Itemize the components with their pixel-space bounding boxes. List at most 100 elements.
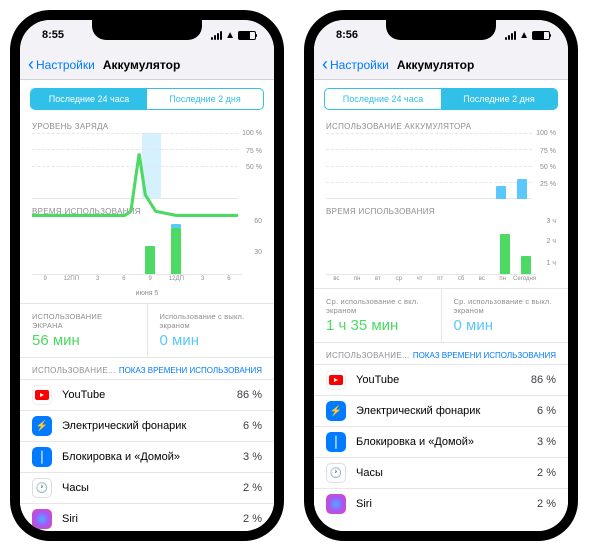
- show-activity-button[interactable]: ПОКАЗ ВРЕМЕНИ ИСПОЛЬЗОВАНИЯ: [413, 351, 556, 360]
- back-button[interactable]: Настройки: [330, 58, 389, 72]
- app-percent: 3 %: [537, 436, 556, 448]
- flashlight-icon: ⚡: [32, 416, 52, 436]
- time-range-tabs: Последние 24 часа Последние 2 дня: [30, 88, 264, 110]
- status-time: 8:56: [336, 29, 358, 41]
- x-tick: 12ПП: [58, 275, 84, 286]
- x-tick: Сегодня: [513, 275, 536, 286]
- y-label: 75 %: [534, 148, 556, 155]
- y-label: 60: [244, 218, 262, 225]
- app-percent: 3 %: [243, 451, 262, 463]
- siri-icon: [326, 494, 346, 514]
- phone-left: 8:55 ▲ ‹ Настройки Аккумулятор Последние…: [10, 10, 284, 541]
- y-label: 50 %: [534, 164, 556, 171]
- y-label: 75 %: [240, 148, 262, 155]
- x-tick: сб: [451, 275, 472, 286]
- x-tick: вс: [326, 275, 347, 286]
- y-label: 2 ч: [538, 238, 556, 245]
- time-range-tabs: Последние 24 часа Последние 2 дня: [324, 88, 558, 110]
- app-name: Часы: [62, 482, 243, 494]
- app-name: Siri: [356, 498, 537, 510]
- app-row[interactable]: ⚡ Электрический фонарик 6 %: [20, 410, 274, 441]
- battery-level-chart[interactable]: 100 % 75 % 50 %: [32, 133, 262, 199]
- app-percent: 86 %: [237, 389, 262, 401]
- app-percent: 86 %: [531, 374, 556, 386]
- usage-time-chart[interactable]: 3 ч 2 ч 1 ч вс пн вт ср чт пт сб: [326, 218, 556, 286]
- app-row[interactable]: 🕐 Часы 2 %: [314, 457, 568, 488]
- clock-icon: 🕐: [326, 463, 346, 483]
- battery-usage-chart[interactable]: 100 % 75 % 50 % 25 %: [326, 133, 556, 199]
- app-name: Электрический фонарик: [62, 420, 243, 432]
- app-name: Часы: [356, 467, 537, 479]
- app-list-header: ИСПОЛЬЗОВАНИЕ... ПОКАЗ ВРЕМЕНИ ИСПОЛЬЗОВ…: [20, 358, 274, 379]
- notch: [386, 18, 496, 40]
- avg-screen-on-value: 1 ч 35 мин: [326, 317, 429, 334]
- app-row[interactable]: ⎮ Блокировка и «Домой» 3 %: [20, 441, 274, 472]
- app-percent: 6 %: [243, 420, 262, 432]
- usage-time-chart[interactable]: 60 30 9 12ПП 3 6 9 12ДП 3 6: [32, 218, 262, 286]
- x-tick: 6: [216, 275, 242, 286]
- wifi-icon: ▲: [225, 30, 235, 41]
- y-label: 3 ч: [538, 218, 556, 225]
- siri-icon: [32, 509, 52, 529]
- avg-screen-off-value: 0 мин: [454, 317, 557, 334]
- usage-header-label: ИСПОЛЬЗОВАНИЕ...: [32, 366, 116, 375]
- app-name: YouTube: [356, 374, 531, 386]
- app-row[interactable]: 🕐 Часы 2 %: [20, 472, 274, 503]
- battery-icon: [532, 31, 550, 40]
- x-tick: чт: [409, 275, 430, 286]
- youtube-icon: [326, 370, 346, 390]
- avg-screen-off-caption: Ср. использование с выкл. экраном: [454, 297, 557, 315]
- y-label: 100 %: [240, 130, 262, 137]
- usage-summary: Ср. использование с вкл. экраном 1 ч 35 …: [314, 288, 568, 343]
- signal-icon: [505, 31, 516, 40]
- tab-2d[interactable]: Последние 2 дня: [441, 89, 557, 109]
- x-tick: 3: [85, 275, 111, 286]
- page-title: Аккумулятор: [103, 58, 180, 72]
- nav-bar: ‹ Настройки Аккумулятор: [314, 50, 568, 80]
- app-name: Блокировка и «Домой»: [356, 436, 537, 448]
- app-row[interactable]: YouTube 86 %: [20, 379, 274, 410]
- clock-icon: 🕐: [32, 478, 52, 498]
- tab-24h[interactable]: Последние 24 часа: [325, 89, 441, 109]
- x-tick: 6: [111, 275, 137, 286]
- y-label: 50 %: [240, 164, 262, 171]
- app-list-header: ИСПОЛЬЗОВАНИЕ... ПОКАЗ ВРЕМЕНИ ИСПОЛЬЗОВ…: [314, 343, 568, 364]
- notch: [92, 18, 202, 40]
- usage-header-label: ИСПОЛЬЗОВАНИЕ...: [326, 351, 410, 360]
- x-tick: 9: [32, 275, 58, 286]
- nav-bar: ‹ Настройки Аккумулятор: [20, 50, 274, 80]
- lock-icon: ⎮: [32, 447, 52, 467]
- app-row[interactable]: Siri 2 %: [20, 503, 274, 531]
- x-tick: 12ДП: [163, 275, 189, 286]
- app-row[interactable]: ⚡ Электрический фонарик 6 %: [314, 395, 568, 426]
- app-percent: 2 %: [537, 467, 556, 479]
- tab-2d[interactable]: Последние 2 дня: [147, 89, 263, 109]
- back-button[interactable]: Настройки: [36, 58, 95, 72]
- app-row[interactable]: YouTube 86 %: [314, 364, 568, 395]
- y-label: 25 %: [534, 181, 556, 188]
- page-title: Аккумулятор: [397, 58, 474, 72]
- app-percent: 6 %: [537, 405, 556, 417]
- x-tick: 9: [137, 275, 163, 286]
- back-chevron-icon[interactable]: ‹: [28, 54, 34, 75]
- app-name: Блокировка и «Домой»: [62, 451, 243, 463]
- show-activity-button[interactable]: ПОКАЗ ВРЕМЕНИ ИСПОЛЬЗОВАНИЯ: [119, 366, 262, 375]
- app-name: YouTube: [62, 389, 237, 401]
- y-label: 30: [244, 249, 262, 256]
- x-tick: вс: [471, 275, 492, 286]
- app-percent: 2 %: [243, 482, 262, 494]
- app-row[interactable]: Siri 2 %: [314, 488, 568, 519]
- avg-screen-on-caption: Ср. использование с вкл. экраном: [326, 297, 429, 315]
- app-row[interactable]: ⎮ Блокировка и «Домой» 3 %: [314, 426, 568, 457]
- battery-level-label: УРОВЕНЬ ЗАРЯДА: [20, 118, 274, 133]
- y-label: 100 %: [534, 130, 556, 137]
- screen: 8:56 ▲ ‹ Настройки Аккумулятор Последние…: [314, 20, 568, 531]
- app-name: Siri: [62, 513, 243, 525]
- screen: 8:55 ▲ ‹ Настройки Аккумулятор Последние…: [20, 20, 274, 531]
- x-tick: 3: [190, 275, 216, 286]
- lock-icon: ⎮: [326, 432, 346, 452]
- signal-icon: [211, 31, 222, 40]
- back-chevron-icon[interactable]: ‹: [322, 54, 328, 75]
- tab-24h[interactable]: Последние 24 часа: [31, 89, 147, 109]
- usage-time-label: ВРЕМЯ ИСПОЛЬЗОВАНИЯ: [314, 203, 568, 218]
